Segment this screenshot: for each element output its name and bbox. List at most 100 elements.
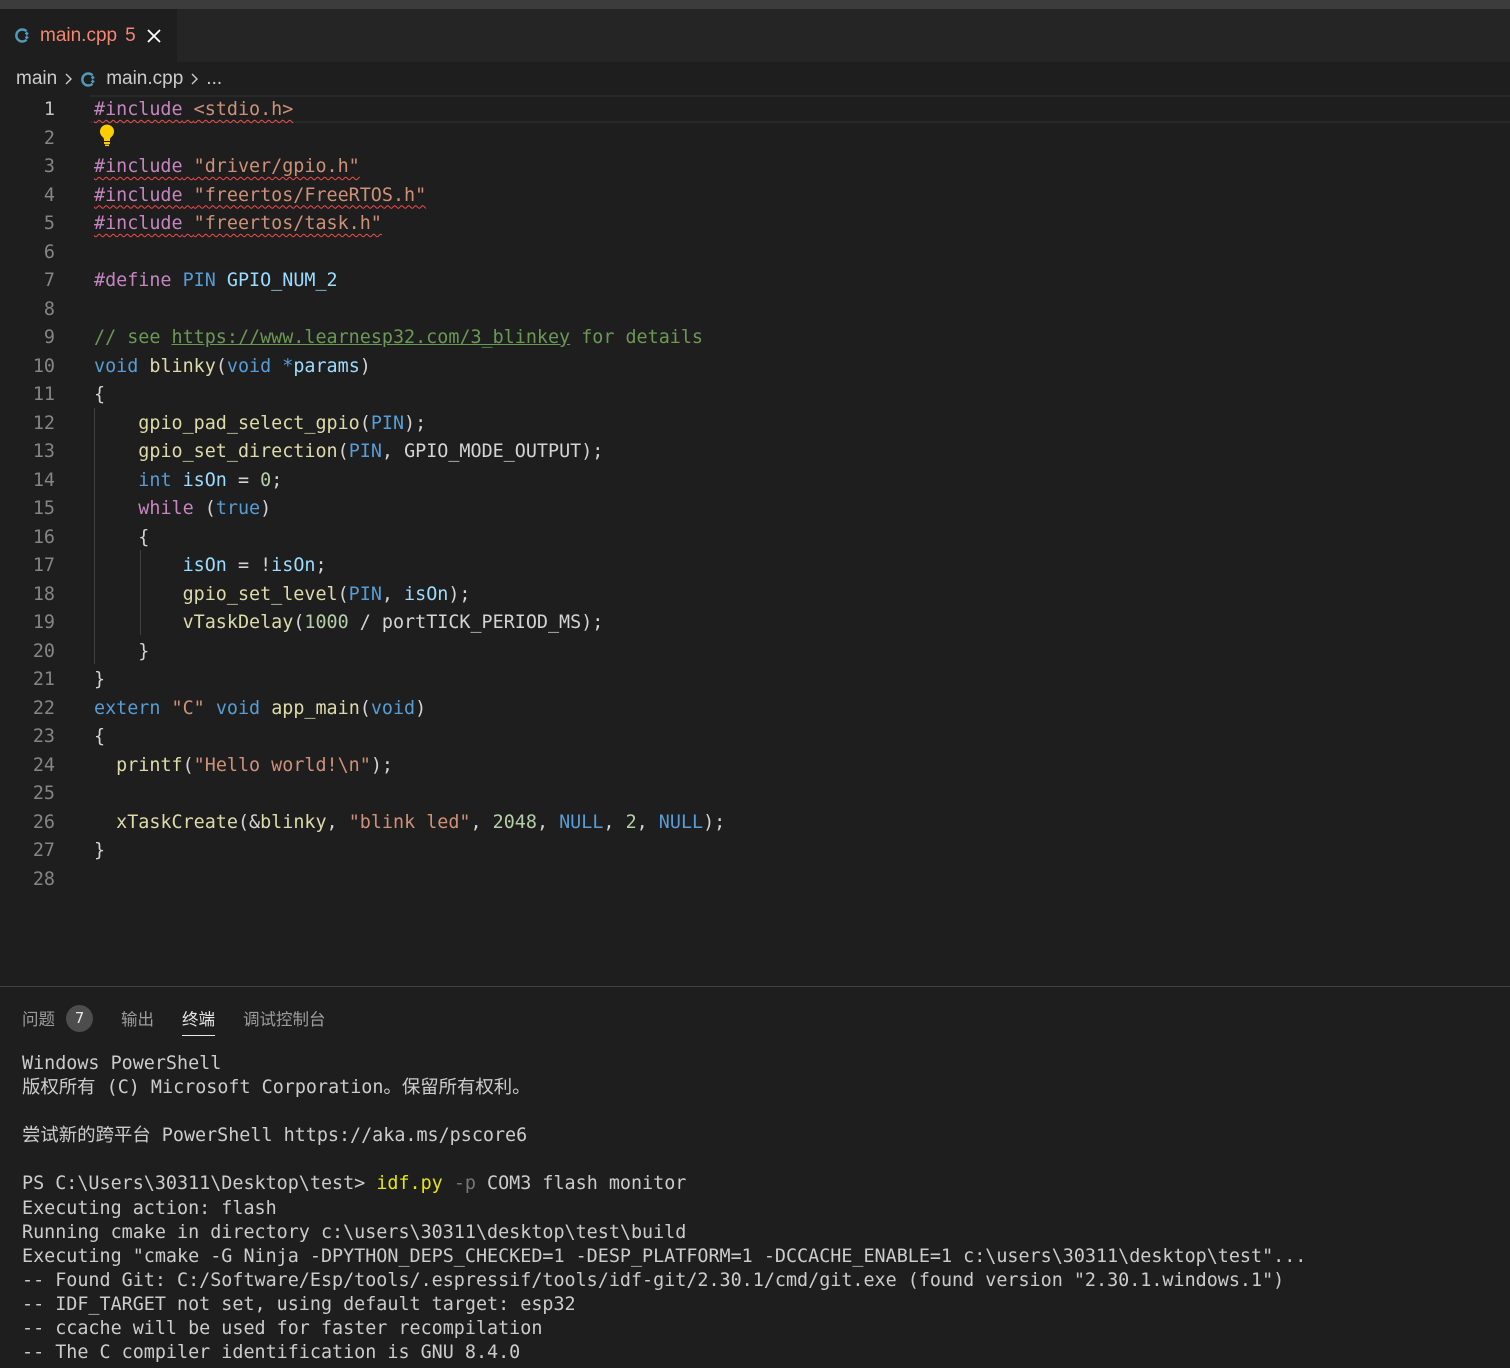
line-code: }: [94, 669, 106, 690]
code-line[interactable]: 6: [0, 239, 1510, 268]
terminal-line: Executing "cmake -G Ninja -DPYTHON_DEPS_…: [22, 1245, 1307, 1267]
chevron-right-icon: [64, 72, 73, 86]
tab-problem-count: 5: [125, 24, 136, 46]
breadcrumb-folder[interactable]: main: [16, 68, 57, 90]
tab-terminal-label: 终端: [182, 1010, 215, 1029]
tab-output[interactable]: 输出: [121, 1001, 154, 1035]
code-line[interactable]: 25: [0, 780, 1510, 809]
code-line[interactable]: 16 {: [0, 524, 1510, 553]
line-code: gpio_pad_select_gpio(PIN);: [138, 412, 427, 434]
code-line[interactable]: 10 void blinky(void *params): [0, 353, 1510, 382]
line-number: 20: [32, 640, 55, 662]
line-code: xTaskCreate(&blinky, "blink led", 2048, …: [116, 811, 726, 833]
terminal-args: COM3 flash monitor: [475, 1173, 687, 1195]
code-line[interactable]: 5 #include "freertos/task.h": [0, 210, 1510, 239]
code-line[interactable]: 12 gpio_pad_select_gpio(PIN);: [0, 410, 1510, 439]
code-line[interactable]: 28: [0, 866, 1510, 895]
terminal-line: -- The C compiler identification is GNU …: [22, 1342, 521, 1364]
code-line[interactable]: 21}: [0, 666, 1510, 695]
code-line[interactable]: 4 #include "freertos/FreeRTOS.h": [0, 182, 1510, 211]
tab-main-cpp[interactable]: main.cpp 5: [0, 9, 177, 62]
tab-problems[interactable]: 问题 7: [22, 1001, 93, 1035]
line-code: #include "driver/gpio.h": [94, 156, 360, 177]
line-code: }: [94, 640, 150, 662]
code-line[interactable]: 22 extern "C" void app_main(void): [0, 695, 1510, 724]
terminal-line: 版权所有 (C) Microsoft Corporation。保留所有权利。: [22, 1077, 531, 1099]
terminal-line: -- IDF_TARGET not set, using default tar…: [22, 1293, 576, 1315]
terminal-line: Windows PowerShell: [22, 1053, 222, 1074]
terminal-line: 尝试新的跨平台 PowerShell https://aka.ms/pscore…: [22, 1125, 528, 1147]
line-number: 22: [32, 697, 55, 719]
code-editor[interactable]: 1 #include <stdio.h> 2 3 #include "driver/gp…: [0, 95, 1510, 986]
code-line[interactable]: 18 gpio_set_level(PIN, isOn);: [0, 581, 1510, 610]
line-code: while (true): [138, 498, 272, 519]
code-line[interactable]: 23 {: [0, 723, 1510, 752]
terminal-command: idf.py: [376, 1173, 443, 1195]
line-number: 14: [32, 469, 55, 491]
line-number: 13: [32, 441, 55, 462]
code-line[interactable]: 3 #include "driver/gpio.h": [0, 153, 1510, 182]
line-code: {: [94, 726, 106, 747]
code-line[interactable]: 1 #include <stdio.h>: [0, 95, 1510, 125]
line-code: gpio_set_level(PIN, isOn);: [182, 583, 471, 605]
breadcrumb: main main.cpp ...: [0, 62, 1510, 96]
code-line[interactable]: 24 printf("Hello world!\n");: [0, 752, 1510, 781]
code-line[interactable]: 27}: [0, 837, 1510, 866]
code-line[interactable]: 7 #define PIN GPIO_NUM_2: [0, 267, 1510, 296]
line-number: 25: [32, 783, 55, 804]
line-code: #include <stdio.h>: [94, 99, 294, 120]
line-number: 15: [32, 498, 55, 519]
tab-terminal[interactable]: 终端: [182, 1001, 215, 1036]
line-code: #include "freertos/FreeRTOS.h": [94, 184, 427, 206]
line-code: gpio_set_direction(PIN, GPIO_MODE_OUTPUT…: [138, 441, 604, 462]
line-number: 11: [32, 384, 55, 405]
code-line[interactable]: 8: [0, 296, 1510, 325]
line-number: 17: [32, 555, 55, 576]
breadcrumb-more[interactable]: ...: [206, 68, 222, 90]
code-line[interactable]: 17 isOn = !isOn;: [0, 552, 1510, 581]
tab-debug-console[interactable]: 调试控制台: [243, 1001, 326, 1035]
code-line[interactable]: 26 xTaskCreate(&blinky, "blink led", 204…: [0, 809, 1510, 838]
line-code: extern "C" void app_main(void): [94, 697, 427, 719]
line-code: vTaskDelay(1000 / portTICK_PERIOD_MS);: [182, 612, 604, 633]
line-number: 27: [32, 840, 55, 861]
line-code: #include "freertos/task.h": [94, 213, 382, 234]
line-number: 2: [43, 127, 55, 149]
line-number: 4: [43, 184, 55, 206]
line-number: 10: [32, 355, 55, 377]
breadcrumb-file[interactable]: main.cpp: [106, 68, 183, 90]
close-icon[interactable]: [146, 28, 162, 44]
code-line[interactable]: 19 vTaskDelay(1000 / portTICK_PERIOD_MS)…: [0, 609, 1510, 638]
code-line[interactable]: 2: [0, 125, 1510, 154]
line-code: printf("Hello world!\n");: [116, 754, 393, 776]
terminal-line: -- ccache will be used for faster recomp…: [22, 1318, 543, 1340]
code-line[interactable]: 15 while (true): [0, 495, 1510, 524]
line-number: 28: [32, 868, 55, 890]
title-strip: [0, 0, 1510, 9]
terminal-line: Running cmake in directory c:\users\3031…: [22, 1221, 687, 1243]
line-number: 24: [32, 754, 55, 776]
cpp-file-icon: [14, 27, 31, 44]
code-line[interactable]: 13 gpio_set_direction(PIN, GPIO_MODE_OUT…: [0, 438, 1510, 467]
line-number: 18: [32, 583, 55, 605]
line-number: 1: [43, 99, 55, 120]
lightbulb-icon[interactable]: [98, 123, 116, 147]
line-code: {: [94, 384, 106, 405]
problems-count-badge: 7: [66, 1004, 93, 1032]
tab-debug-console-label: 调试控制台: [243, 1010, 326, 1029]
line-number: 5: [43, 213, 55, 234]
line-number: 26: [32, 811, 55, 833]
line-number: 7: [43, 270, 55, 291]
current-line-highlight: [90, 95, 1510, 123]
code-line[interactable]: 11 {: [0, 381, 1510, 410]
code-line[interactable]: 9 // see https://www.learnesp32.com/3_bli…: [0, 324, 1510, 353]
code-line[interactable]: 20 }: [0, 638, 1510, 667]
line-number: 23: [32, 726, 55, 747]
line-code: #define PIN GPIO_NUM_2: [94, 270, 338, 291]
line-number: 12: [32, 412, 55, 434]
line-number: 16: [32, 526, 55, 548]
line-code: {: [94, 526, 150, 548]
terminal-output[interactable]: Windows PowerShell 版权所有 (C) Microsoft Cor…: [22, 1052, 1306, 1365]
code-line[interactable]: 14 int isOn = 0;: [0, 467, 1510, 496]
